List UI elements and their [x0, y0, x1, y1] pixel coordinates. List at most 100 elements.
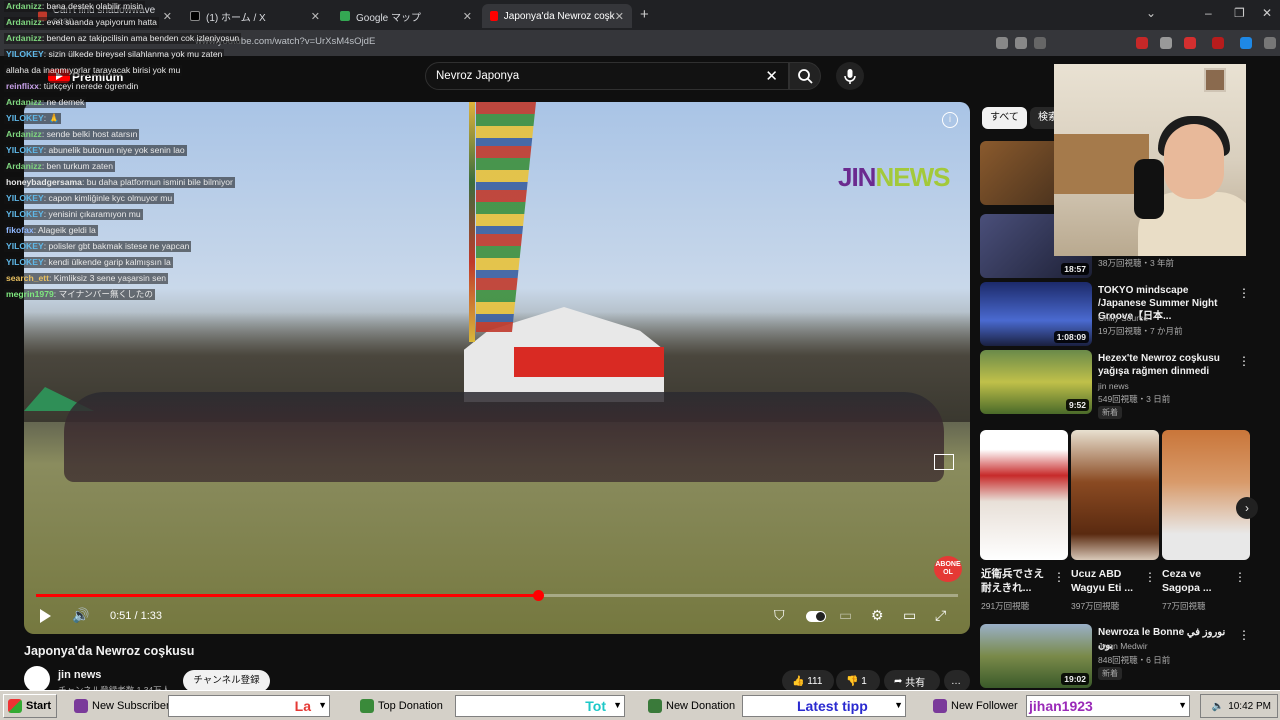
- tab-google-maps[interactable]: Google マップ ✕: [332, 4, 480, 28]
- extension-icon[interactable]: [1136, 37, 1148, 49]
- extension-icon[interactable]: [1212, 37, 1224, 49]
- follower-ticker: jihan1923 ▼: [1026, 695, 1190, 717]
- dropdown-arrow-icon[interactable]: ▼: [318, 700, 327, 710]
- clear-search-icon[interactable]: ✕: [765, 67, 778, 85]
- start-button[interactable]: Start: [3, 694, 57, 718]
- tab-x-home[interactable]: (1) ホーム / X ✕: [182, 4, 328, 28]
- short-thumbnail[interactable]: [1162, 430, 1250, 560]
- close-icon[interactable]: ✕: [615, 10, 624, 23]
- channel-name[interactable]: jin news: [58, 669, 101, 681]
- voice-search-button[interactable]: [836, 62, 864, 90]
- close-icon[interactable]: ✕: [311, 10, 320, 23]
- video-channel[interactable]: jin news: [1098, 381, 1129, 391]
- short-thumbnail[interactable]: [1071, 430, 1159, 560]
- extension-icon[interactable]: [1015, 37, 1027, 49]
- video-channel[interactable]: Chilly Source: [1098, 313, 1148, 323]
- extension-icon[interactable]: [1240, 37, 1252, 49]
- short-title[interactable]: Ucuz ABD Wagyu Eti ...: [1071, 567, 1141, 595]
- short-title[interactable]: Ceza ve Sagopa ...: [1162, 567, 1232, 595]
- chat-message: fikofax: Alageik geldi la: [4, 225, 98, 236]
- sponsor-shield-icon[interactable]: ⛉: [774, 607, 785, 624]
- subtitles-icon[interactable]: ▭: [839, 607, 852, 624]
- window-close-icon[interactable]: ✕: [1262, 6, 1272, 20]
- progress-scrubber[interactable]: [533, 590, 545, 601]
- tab-search-icon[interactable]: ⌄: [1146, 6, 1156, 20]
- dropdown-arrow-icon[interactable]: ▼: [894, 700, 903, 710]
- like-button[interactable]: 👍 111: [782, 670, 834, 692]
- streamer-face: [1164, 124, 1224, 199]
- microphone: [1134, 159, 1164, 219]
- watermark-news: NEWS: [875, 162, 950, 192]
- video-thumbnail[interactable]: 1:08:09: [980, 282, 1092, 346]
- more-actions-button[interactable]: …: [944, 670, 970, 692]
- more-vert-icon[interactable]: ⋮: [1238, 628, 1250, 642]
- restore-icon[interactable]: ❐: [1234, 6, 1245, 20]
- video-thumbnail[interactable]: 9:52: [980, 350, 1092, 414]
- chat-text: sende belki host atarsın: [46, 129, 138, 139]
- speaker-icon[interactable]: 🔈: [1212, 701, 1224, 712]
- chat-text: evet suanda yapiyorum hatta: [46, 17, 157, 27]
- chat-username: megrin1979: [6, 289, 54, 299]
- fullscreen-icon[interactable]: ⤢: [935, 607, 946, 624]
- settings-gear-icon[interactable]: ⚙: [871, 607, 884, 624]
- chat-text: türkçeyi nerede ögrendin: [43, 81, 139, 91]
- subscribe-watermark[interactable]: ABONE OL: [934, 556, 962, 582]
- video-duration: 19:02: [1061, 673, 1089, 685]
- minimize-icon[interactable]: –: [1205, 6, 1212, 20]
- video-meta: 549回視聴・3 日前: [1098, 394, 1171, 404]
- dislike-button[interactable]: 👎 1: [836, 670, 880, 692]
- more-vert-icon[interactable]: ⋮: [1238, 286, 1250, 300]
- play-button[interactable]: [40, 609, 51, 623]
- related-video[interactable]: 1:08:09 TOKYO mindscape /Japanese Summer…: [980, 282, 1250, 346]
- more-vert-icon[interactable]: ⋮: [1238, 354, 1250, 368]
- subscribe-button[interactable]: チャンネル登録: [183, 670, 270, 692]
- gift-icon: [360, 699, 374, 713]
- theater-mode-icon[interactable]: ▭: [903, 607, 916, 624]
- share-button[interactable]: ➦ 共有: [884, 670, 940, 692]
- extension-icon[interactable]: [1184, 37, 1196, 49]
- search-value: Nevroz Japonya: [436, 70, 520, 82]
- dropdown-arrow-icon[interactable]: ▼: [1178, 700, 1187, 710]
- subscriber-ticker-text: La: [294, 698, 311, 714]
- chat-message: Ardanizz: sende belki host atarsın: [4, 129, 140, 140]
- short-title[interactable]: 近衛兵でさえ耐えきれ...: [981, 567, 1051, 595]
- search-input[interactable]: Nevroz Japonya ✕: [425, 62, 789, 90]
- more-vert-icon[interactable]: ⋮: [1234, 570, 1246, 584]
- close-icon[interactable]: ✕: [463, 10, 472, 23]
- short-thumbnail[interactable]: [980, 430, 1068, 560]
- video-channel[interactable]: Jwan Medwir: [1098, 641, 1148, 651]
- extension-icon[interactable]: [1160, 37, 1172, 49]
- close-icon[interactable]: ✕: [163, 10, 172, 23]
- more-vert-icon[interactable]: ⋮: [1053, 570, 1065, 584]
- progress-bar[interactable]: [36, 590, 958, 601]
- tab-youtube-active[interactable]: Japonya'da Newroz coşkusu - Y ✕: [482, 4, 632, 28]
- search-button[interactable]: [789, 62, 821, 90]
- new-tab-button[interactable]: +: [640, 6, 649, 23]
- related-video[interactable]: 9:52 Hezex'te Newroz coşkusu yağışa rağm…: [980, 350, 1250, 419]
- volume-icon[interactable]: 🔊: [72, 607, 89, 624]
- new-badge: 新着: [1098, 406, 1122, 419]
- channel-avatar[interactable]: [24, 666, 50, 692]
- video-scene-flagpole: [469, 102, 475, 342]
- chat-username: honeybadgersama: [6, 177, 82, 187]
- gift-icon: [648, 699, 662, 713]
- info-icon[interactable]: i: [942, 112, 958, 128]
- miniplayer-icon[interactable]: [934, 454, 954, 470]
- chip-all[interactable]: すべて: [982, 107, 1027, 129]
- video-thumbnail[interactable]: 19:02: [980, 624, 1092, 688]
- related-video[interactable]: 19:02 Newroza le Bonne نوروز في بون Jwan…: [980, 624, 1250, 688]
- shorts-next-button[interactable]: ›: [1236, 497, 1258, 519]
- more-vert-icon[interactable]: ⋮: [1144, 570, 1156, 584]
- extension-icon[interactable]: [996, 37, 1008, 49]
- chat-text: sizin ülkede bireysel silahlanma yok mu …: [48, 49, 223, 59]
- dropdown-arrow-icon[interactable]: ▼: [613, 700, 622, 710]
- maps-pin-icon: [340, 11, 350, 21]
- video-scene-flags: [476, 102, 536, 332]
- short-views: 77万回視聴: [1162, 601, 1206, 611]
- menu-dots-icon[interactable]: [1264, 37, 1276, 49]
- chat-text: benden az takipcilisin ama benden cok iz…: [46, 33, 240, 43]
- chat-text: ben turkum zaten: [46, 161, 113, 171]
- bookmark-star-icon[interactable]: [1034, 37, 1046, 49]
- autoplay-toggle[interactable]: [806, 611, 826, 622]
- video-title[interactable]: Hezex'te Newroz coşkusu yağışa rağmen di…: [1098, 352, 1228, 378]
